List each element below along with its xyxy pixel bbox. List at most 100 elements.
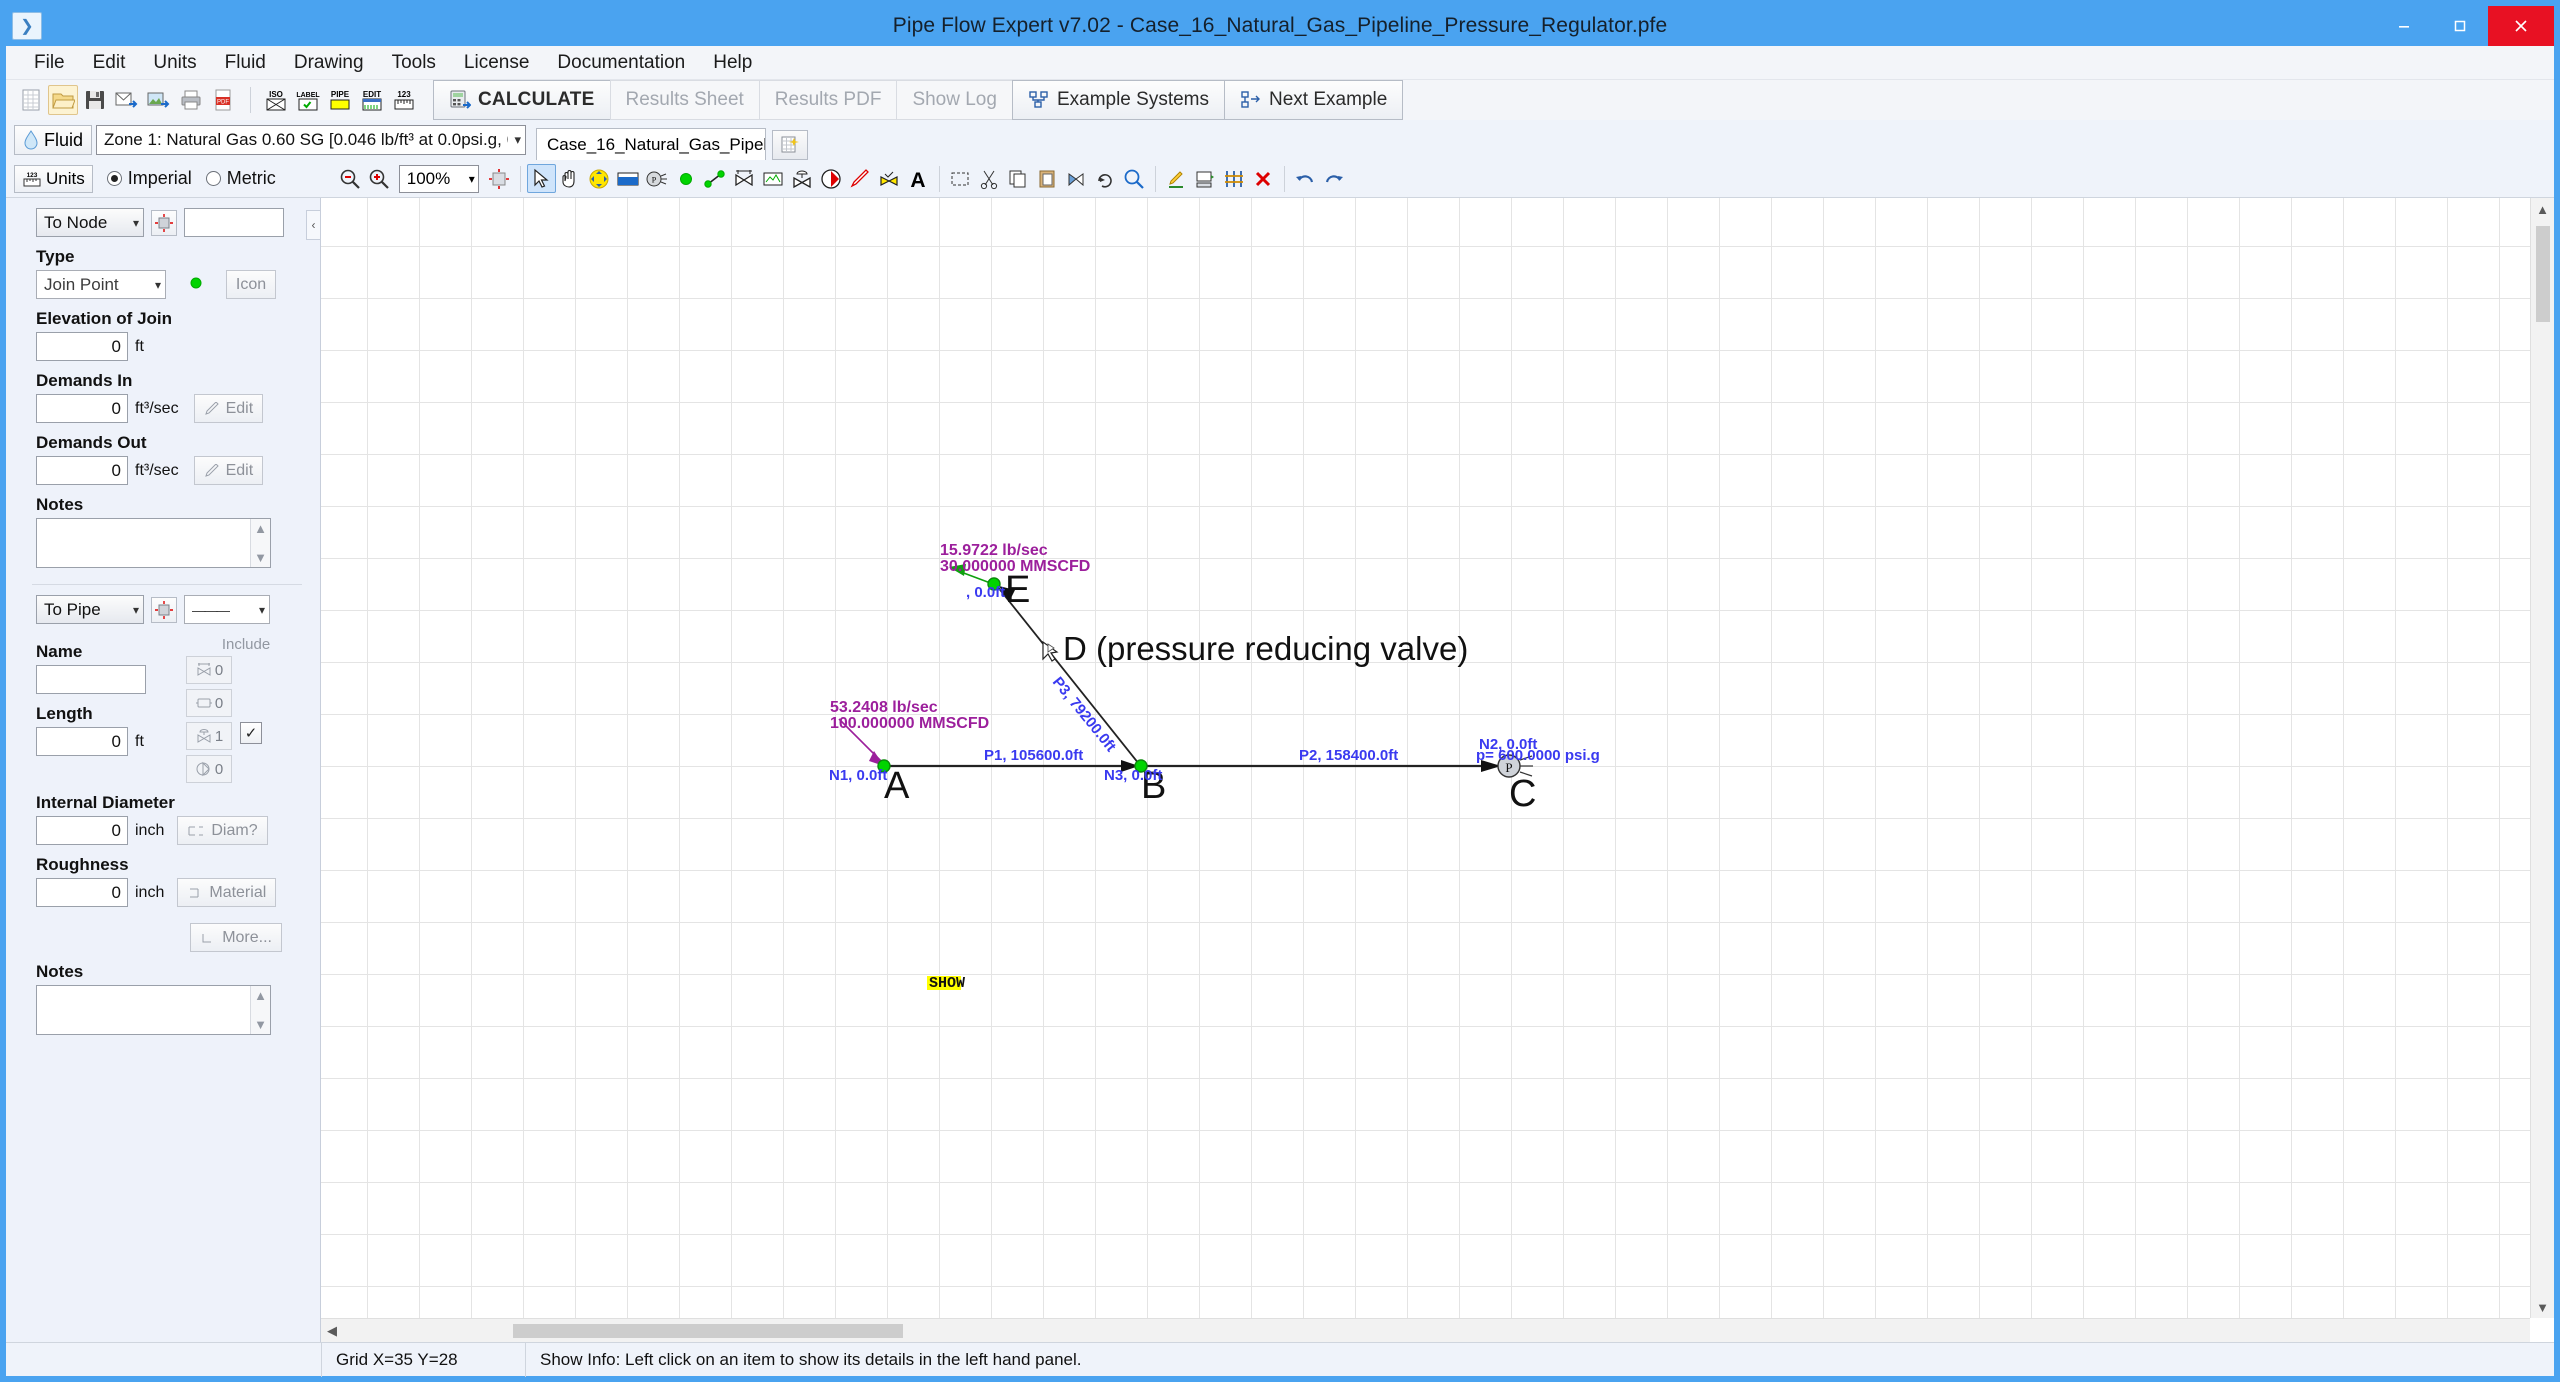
demands-in-edit-button[interactable]: Edit (193, 394, 264, 423)
label-view-icon[interactable]: LABEL (293, 85, 323, 115)
export-image-icon[interactable] (144, 85, 174, 115)
example-systems-button[interactable]: Example Systems (1011, 80, 1225, 120)
new-file-icon[interactable] (16, 85, 46, 115)
calculate-button[interactable]: CALCULATE (433, 80, 611, 120)
panel-collapse-button[interactable]: ‹ (306, 210, 320, 240)
pipe-view-icon[interactable]: PIPE (325, 85, 355, 115)
notes-scrollbar[interactable]: ▲ ▼ (250, 519, 270, 567)
join-point-icon[interactable] (672, 164, 701, 193)
menu-item-drawing[interactable]: Drawing (280, 49, 378, 77)
fluid-zone-combo[interactable]: Zone 1: Natural Gas 0.60 SG [0.046 lb/ft… (96, 125, 527, 155)
node-type-select[interactable]: Join Point ▾ (36, 270, 166, 299)
next-example-button[interactable]: Next Example (1224, 80, 1404, 120)
valve-icon[interactable] (730, 164, 759, 193)
print-icon[interactable] (176, 85, 206, 115)
results-sheet-button[interactable]: Results Sheet (609, 80, 760, 120)
menu-item-file[interactable]: File (20, 49, 79, 77)
units-button[interactable]: 123 Units (14, 164, 93, 193)
numbers-view-icon[interactable]: 123 (389, 85, 419, 115)
align-icon[interactable] (1220, 164, 1249, 193)
scroll-left-icon[interactable]: ◀ (321, 1320, 343, 1342)
select-area-icon[interactable] (946, 164, 975, 193)
minimize-button[interactable] (2376, 6, 2432, 46)
new-sheet-icon[interactable] (772, 130, 809, 160)
scroll-down-icon[interactable]: ▼ (2532, 1296, 2554, 1318)
layers-icon[interactable] (1191, 164, 1220, 193)
to-node-selector[interactable]: To Node ▾ (36, 208, 144, 237)
internal-diameter-field[interactable]: 0 (36, 816, 128, 845)
tank-icon[interactable] (614, 164, 643, 193)
fluid-button[interactable]: Fluid (14, 125, 93, 155)
maximize-button[interactable] (2432, 6, 2488, 46)
pan-hand-icon[interactable] (556, 164, 585, 193)
menu-item-edit[interactable]: Edit (79, 49, 140, 77)
metric-radio[interactable]: Metric (205, 168, 276, 189)
redo-icon[interactable] (1320, 164, 1349, 193)
menu-item-fluid[interactable]: Fluid (211, 49, 280, 77)
delete-icon[interactable] (1249, 164, 1278, 193)
show-log-button[interactable]: Show Log (896, 80, 1013, 120)
icon-button[interactable]: Icon (226, 270, 276, 299)
pump-pressure-icon[interactable]: P (643, 164, 672, 193)
scroll-up-icon[interactable]: ▲ (2532, 198, 2554, 220)
horizontal-scroll-thumb[interactable] (513, 1323, 903, 1338)
cut-icon[interactable] (975, 164, 1004, 193)
valve-fitting-count[interactable]: 0 (186, 656, 232, 684)
zoom-level-combo[interactable]: 100% ▾ (398, 164, 479, 193)
menu-item-license[interactable]: License (450, 49, 544, 77)
vertical-scroll-thumb[interactable] (2535, 226, 2550, 322)
undo-icon[interactable] (1291, 164, 1320, 193)
pump-icon[interactable] (817, 164, 846, 193)
canvas-vertical-scrollbar[interactable]: ▲ ▼ (2530, 198, 2554, 1318)
crosshair-icon[interactable] (151, 596, 177, 623)
crosshair-icon[interactable] (151, 209, 177, 236)
canvas-horizontal-scrollbar[interactable]: ◀ (321, 1318, 2530, 1342)
edit-view-icon[interactable]: EDIT (357, 85, 387, 115)
component-fitting-count[interactable]: 0 (186, 689, 232, 717)
menu-item-units[interactable]: Units (139, 49, 210, 77)
copy-icon[interactable] (1004, 164, 1033, 193)
material-button[interactable]: Material (177, 878, 277, 907)
pipe-style-select[interactable]: ——— ▾ (184, 595, 270, 624)
demands-out-edit-button[interactable]: Edit (193, 456, 264, 485)
demands-out-field[interactable]: 0 (36, 456, 128, 485)
pipe-line-p3[interactable] (996, 585, 1140, 765)
pipe-notes-field[interactable]: ▲ ▼ (36, 985, 271, 1035)
rotate-icon[interactable] (1091, 164, 1120, 193)
roughness-field[interactable]: 0 (36, 878, 128, 907)
menu-item-documentation[interactable]: Documentation (543, 49, 699, 77)
results-pdf-button[interactable]: Results PDF (758, 80, 898, 120)
iso-view-icon[interactable]: ISO (261, 85, 291, 115)
paste-icon[interactable] (1033, 164, 1062, 193)
more-button[interactable]: More... (190, 923, 282, 952)
menu-item-help[interactable]: Help (699, 49, 766, 77)
demands-in-field[interactable]: 0 (36, 394, 128, 423)
imperial-radio[interactable]: Imperial (106, 168, 192, 189)
component-icon[interactable] (759, 164, 788, 193)
notes-scrollbar[interactable]: ▲ ▼ (250, 986, 270, 1034)
diam-button[interactable]: Diam? (177, 816, 268, 845)
fit-to-screen-icon[interactable] (485, 164, 514, 193)
zoom-in-icon[interactable] (365, 164, 394, 193)
move-node-icon[interactable] (585, 164, 614, 193)
pipe-length-field[interactable]: 0 (36, 727, 128, 756)
show-badge[interactable]: SHOW (927, 975, 965, 992)
pipe-name-field[interactable] (36, 665, 146, 694)
select-arrow-icon[interactable] (526, 164, 556, 193)
menu-item-tools[interactable]: Tools (378, 49, 450, 77)
open-folder-icon[interactable] (48, 85, 78, 115)
elevation-field[interactable]: 0 (36, 332, 128, 361)
text-icon[interactable]: A (904, 164, 933, 193)
pump-fitting-count[interactable]: 0 (186, 755, 232, 783)
zoom-out-icon[interactable] (336, 164, 365, 193)
pdf-icon[interactable]: PDF (208, 85, 238, 115)
drawing-canvas[interactable]: P A B C E N1, 0.0ft N3, 0.0ft N2, 0.0ft … (321, 198, 2530, 1318)
highlight-icon[interactable] (1162, 164, 1191, 193)
flip-horizontal-icon[interactable] (1062, 164, 1091, 193)
file-tab[interactable]: Case_16_Natural_Gas_Pipeline ✕ (536, 128, 767, 160)
email-icon[interactable] (112, 85, 142, 115)
pipe-icon[interactable] (701, 164, 730, 193)
to-pipe-selector[interactable]: To Pipe ▾ (36, 595, 144, 624)
node-notes-field[interactable]: ▲ ▼ (36, 518, 271, 568)
save-disk-icon[interactable] (80, 85, 110, 115)
